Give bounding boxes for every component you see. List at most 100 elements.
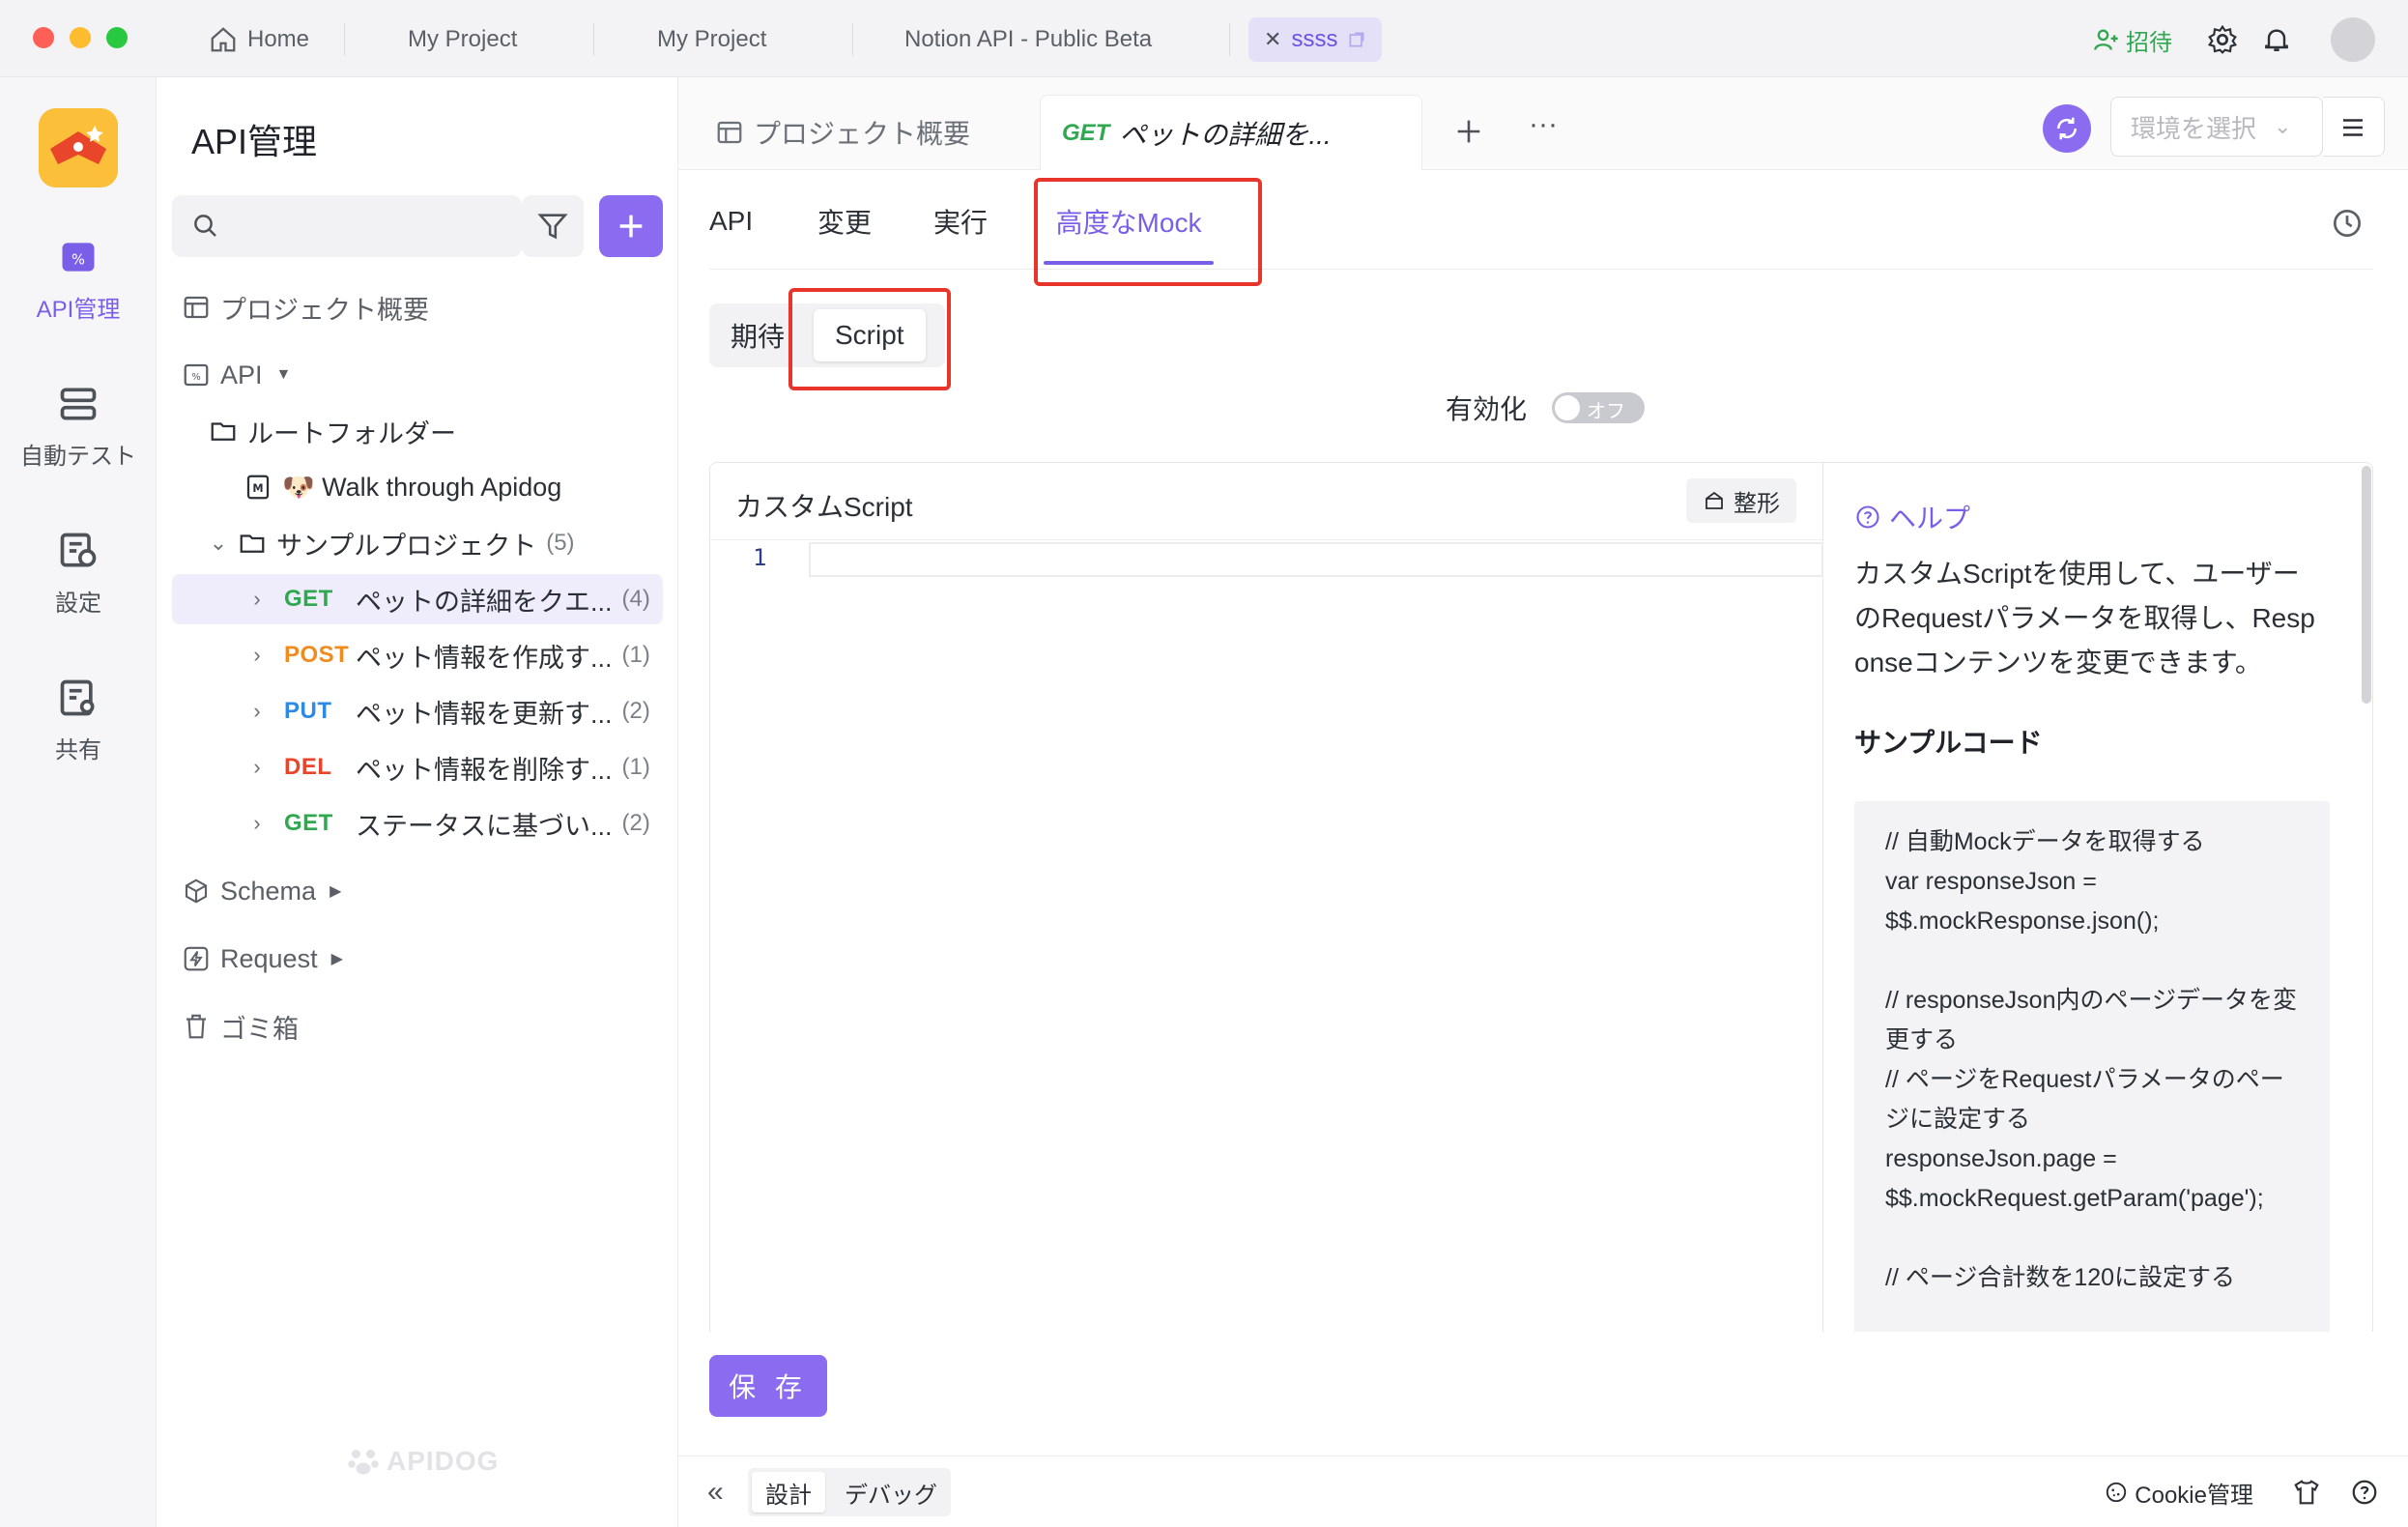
search-box[interactable] <box>172 195 522 257</box>
sidebar-item-trash[interactable]: ゴミ箱 <box>182 1001 299 1052</box>
rail-item-share[interactable]: 共有 <box>0 677 157 764</box>
sidebar-endpoint-get-pet-detail[interactable]: › GET ペットの詳細をクエ... (4) <box>172 574 663 624</box>
method-badge: PUT <box>284 698 332 724</box>
segment-expectation[interactable]: 期待 <box>731 309 785 361</box>
history-icon <box>2333 209 2362 238</box>
endpoint-label: ステータスに基づい... <box>356 811 613 841</box>
cookie-icon <box>2107 1482 2127 1503</box>
sub-tab-label: 変更 <box>817 208 873 238</box>
tab-my-project-2[interactable]: My Project <box>642 17 782 62</box>
code-input-line[interactable] <box>809 542 1823 577</box>
save-button[interactable]: 保 存 <box>709 1355 827 1417</box>
add-button[interactable] <box>599 195 663 257</box>
svg-text:M: M <box>252 482 263 495</box>
search-input[interactable] <box>230 207 510 245</box>
sync-icon <box>2056 117 2078 140</box>
sidebar-item-walkthrough[interactable]: M 🐶 Walk through Apidog <box>244 462 561 512</box>
caret-right-icon: ▶ <box>330 951 343 967</box>
cookie-label: Cookie管理 <box>2135 1482 2253 1509</box>
enable-toggle[interactable]: オフ <box>1552 392 1646 423</box>
api-sub-tabs: API 変更 実行 高度なMock <box>709 174 2408 269</box>
item-count: (1) <box>621 754 650 780</box>
home-icon <box>211 27 236 52</box>
history-button[interactable] <box>2329 205 2371 247</box>
footer-tab-debug[interactable]: デバッグ <box>831 1472 951 1513</box>
user-avatar[interactable] <box>2331 17 2375 62</box>
sidebar-item-sample-project[interactable]: ⌄ サンプルプロジェクト (5) <box>207 518 575 568</box>
tab-my-project-1[interactable]: My Project <box>392 17 532 62</box>
rail-item-settings[interactable]: 設定 <box>0 530 157 618</box>
item-count: (2) <box>621 810 650 836</box>
close-window-button[interactable] <box>33 27 54 48</box>
question-circle-icon <box>1856 505 1879 529</box>
share-icon <box>60 679 95 716</box>
more-icon: ··· <box>1529 108 1558 140</box>
endpoint-label: ペット情報を更新す... <box>356 699 613 729</box>
notifications-button[interactable] <box>2261 17 2292 62</box>
tab-separator <box>1229 23 1230 56</box>
bell-icon <box>2265 29 2288 51</box>
cube-icon <box>185 879 208 904</box>
help-scrollbar[interactable] <box>2362 466 2371 704</box>
lightning-icon <box>184 946 209 971</box>
environment-select[interactable]: 環境を選択 ⌄ <box>2110 97 2323 157</box>
sidebar-endpoint-post-pet[interactable]: › POST ペット情報を作成す... (1) <box>245 630 650 680</box>
format-button[interactable]: 整形 <box>1686 478 1796 523</box>
collapse-sidebar-icon[interactable]: « <box>707 1476 724 1509</box>
cookie-manager-button[interactable]: Cookie管理 <box>2104 1476 2253 1510</box>
apidog-paw-icon <box>348 1450 379 1475</box>
highlight-advanced-mock <box>1034 178 1262 286</box>
doc-tab-label: ペットの詳細を... <box>1119 119 1332 150</box>
tab-api[interactable]: API <box>709 174 753 269</box>
minimize-window-button[interactable] <box>70 27 91 48</box>
sidebar-endpoint-get-by-status[interactable]: › GET ステータスに基づい... (2) <box>245 798 650 849</box>
script-editor-panel: カスタムScript 整形 1 ヘルプ カスタムScriptを使用して、ユーザー… <box>709 462 2373 1332</box>
settings-button[interactable] <box>2207 17 2238 62</box>
sidebar-endpoint-put-pet[interactable]: › PUT ペット情報を更新す... (2) <box>245 686 650 736</box>
rail-item-api-management[interactable]: % API管理 <box>0 236 157 324</box>
filter-button[interactable] <box>522 195 584 257</box>
rail-label: 共有 <box>55 737 101 764</box>
footer-tab-label: デバッグ <box>845 1482 937 1509</box>
invite-button[interactable]: 招待 <box>2093 17 2172 62</box>
tab-home[interactable]: Home <box>193 17 325 62</box>
tab-changes[interactable]: 変更 <box>817 174 872 269</box>
sidebar-endpoint-delete-pet[interactable]: › DEL ペット情報を削除す... (1) <box>245 742 650 792</box>
more-tabs-button[interactable]: ··· <box>1519 110 1567 153</box>
new-tab-button[interactable] <box>1448 110 1490 153</box>
segment-label: 期待 <box>731 322 786 352</box>
doc-tab-get-pet-detail[interactable]: GET ペットの詳細を... <box>1040 95 1422 170</box>
app-window: Home My Project My Project Notion API - … <box>0 0 2408 1527</box>
maximize-window-button[interactable] <box>106 27 128 48</box>
code-editor: カスタムScript 整形 1 <box>710 463 1823 1332</box>
status-footer: « 設計 デバッグ Cookie管理 <box>678 1455 2408 1527</box>
api-icon: % <box>62 243 95 272</box>
help-link[interactable]: ヘルプ <box>1854 498 1970 536</box>
help-icon[interactable] <box>2350 1478 2379 1507</box>
invite-label: 招待 <box>2126 29 2172 56</box>
tab-ssss[interactable]: ✕ ssss <box>1248 17 1383 62</box>
shirt-icon[interactable] <box>2292 1478 2321 1507</box>
sidebar-item-api[interactable]: % API ▼ <box>182 350 291 400</box>
menu-button[interactable] <box>2323 97 2385 157</box>
sidebar-item-root-folder[interactable]: ルートフォルダー <box>209 406 456 456</box>
footer-tab-design[interactable]: 設計 <box>752 1472 825 1513</box>
gear-icon <box>2207 24 2238 54</box>
tab-notion-api[interactable]: Notion API - Public Beta <box>889 17 1167 62</box>
rail-item-auto-test[interactable]: 自動テスト <box>0 383 157 471</box>
sync-button[interactable] <box>2043 104 2091 153</box>
sidebar-item-request[interactable]: Request ▶ <box>182 934 343 984</box>
sidebar-item-project-overview[interactable]: プロジェクト概要 <box>182 282 429 332</box>
doc-tab-project-overview[interactable]: プロジェクト概要 <box>715 95 970 170</box>
tab-run[interactable]: 実行 <box>933 174 988 269</box>
help-panel: ヘルプ カスタムScriptを使用して、ユーザーのRequestパラメータを取得… <box>1823 463 2372 1332</box>
sidebar-item-schema[interactable]: Schema ▶ <box>182 866 341 916</box>
close-tab-icon[interactable]: ✕ <box>1264 27 1281 52</box>
watermark-text: APIDOG <box>387 1446 500 1476</box>
method-badge: POST <box>284 642 350 668</box>
tab-label: My Project <box>408 26 518 52</box>
item-count: (2) <box>621 698 650 724</box>
avatar <box>2331 17 2375 62</box>
filter-icon <box>537 214 568 240</box>
caret-right-icon: ▶ <box>330 883 342 900</box>
